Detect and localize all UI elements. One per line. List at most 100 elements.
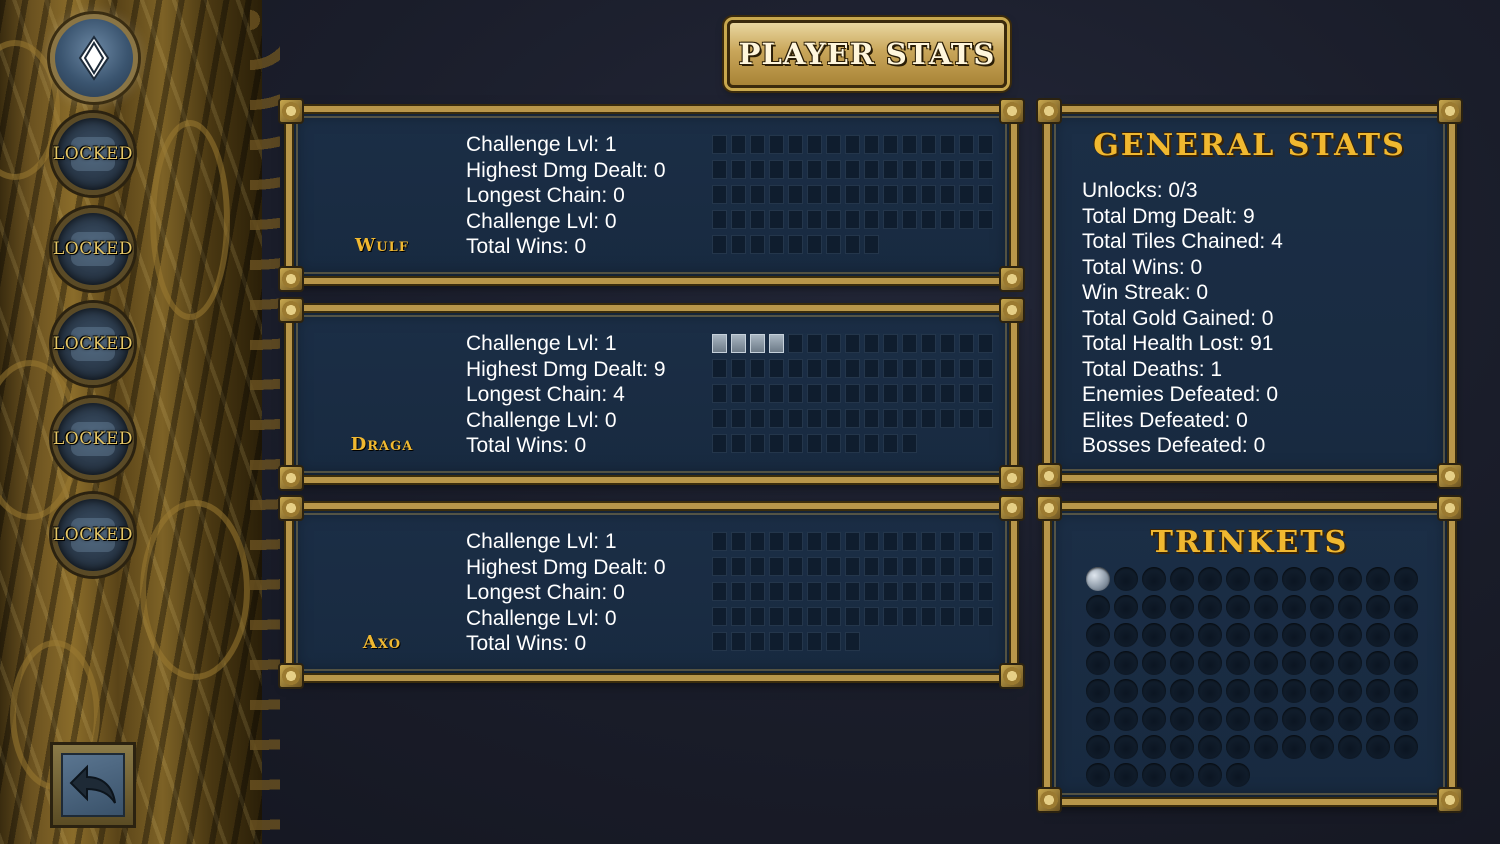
trinket-slot bbox=[1366, 707, 1390, 731]
progress-tile bbox=[959, 334, 974, 353]
trinket-slot bbox=[1254, 735, 1278, 759]
progress-tile bbox=[750, 160, 765, 179]
trinket-slot bbox=[1338, 651, 1362, 675]
character-select-locked-4[interactable]: LOCKED bbox=[52, 398, 134, 480]
progress-tile bbox=[807, 557, 822, 576]
trinket-slot bbox=[1254, 651, 1278, 675]
progress-tile bbox=[921, 359, 936, 378]
trinket-slot bbox=[1282, 623, 1306, 647]
character-stats-panel-draga: Draga Challenge Lvl: 1 Highest Dmg Dealt… bbox=[278, 297, 1025, 491]
trinket-slot bbox=[1142, 735, 1166, 759]
progress-tile bbox=[712, 582, 727, 601]
progress-tile bbox=[807, 632, 822, 651]
progress-tile bbox=[769, 409, 784, 428]
frame-corner bbox=[999, 297, 1025, 323]
trinket-slot bbox=[1142, 763, 1166, 787]
trinket-slot bbox=[1170, 707, 1194, 731]
progress-tile bbox=[883, 210, 898, 229]
progress-tile bbox=[826, 632, 841, 651]
progress-tile bbox=[769, 235, 784, 254]
frame-corner bbox=[1437, 98, 1463, 124]
progress-tile bbox=[731, 632, 746, 651]
trinket-slot bbox=[1086, 595, 1110, 619]
progress-tile bbox=[921, 185, 936, 204]
frame-corner bbox=[278, 465, 304, 491]
trinket-slot bbox=[1366, 567, 1390, 591]
progress-tile bbox=[788, 607, 803, 626]
progress-tile bbox=[845, 210, 860, 229]
locked-label: LOCKED bbox=[53, 334, 133, 354]
trinket-slot bbox=[1282, 679, 1306, 703]
progress-tile bbox=[731, 582, 746, 601]
progress-tile bbox=[731, 607, 746, 626]
progress-tile bbox=[750, 607, 765, 626]
page-title: PLAYER STATS bbox=[738, 37, 996, 71]
progress-tile-grid bbox=[712, 334, 993, 453]
locked-label: LOCKED bbox=[53, 429, 133, 449]
character-select-active[interactable] bbox=[50, 14, 138, 102]
progress-tile bbox=[864, 235, 879, 254]
progress-tile bbox=[864, 582, 879, 601]
progress-tile-grid bbox=[712, 532, 993, 651]
progress-tile bbox=[788, 582, 803, 601]
character-select-locked-3[interactable]: LOCKED bbox=[52, 303, 134, 385]
progress-tile bbox=[769, 632, 784, 651]
locked-label: LOCKED bbox=[53, 525, 133, 545]
trinket-slot bbox=[1170, 651, 1194, 675]
character-select-locked-5[interactable]: LOCKED bbox=[52, 494, 134, 576]
trinket-slot bbox=[1254, 707, 1278, 731]
trinket-slot bbox=[1394, 567, 1418, 591]
trinket-orb-icon[interactable] bbox=[1086, 567, 1110, 591]
progress-tile bbox=[788, 334, 803, 353]
stat-line: Total Wins: 0 bbox=[466, 632, 587, 655]
progress-tile bbox=[978, 409, 993, 428]
trinket-slot bbox=[1170, 567, 1194, 591]
trinket-slot bbox=[1282, 707, 1306, 731]
frame-corner bbox=[999, 266, 1025, 292]
frame-corner bbox=[1036, 463, 1062, 489]
general-stat-line: Bosses Defeated: 0 bbox=[1082, 434, 1266, 457]
diamond-emblem-icon bbox=[78, 35, 110, 81]
progress-tile bbox=[712, 160, 727, 179]
trinket-slot bbox=[1366, 651, 1390, 675]
progress-tile-filled bbox=[712, 334, 727, 353]
trinket-slot bbox=[1338, 707, 1362, 731]
progress-tile bbox=[731, 185, 746, 204]
stat-line: Longest Chain: 4 bbox=[466, 383, 625, 406]
progress-tile bbox=[940, 210, 955, 229]
character-stats-panel-axo: Axo Challenge Lvl: 1 Highest Dmg Dealt: … bbox=[278, 495, 1025, 689]
progress-tile bbox=[750, 185, 765, 204]
progress-tile bbox=[883, 434, 898, 453]
progress-tile bbox=[750, 557, 765, 576]
progress-tile bbox=[731, 532, 746, 551]
trinket-slot bbox=[1170, 735, 1194, 759]
progress-tile bbox=[978, 384, 993, 403]
back-button[interactable] bbox=[50, 742, 136, 828]
progress-tile bbox=[788, 409, 803, 428]
progress-tile bbox=[864, 334, 879, 353]
frame-corner bbox=[1437, 463, 1463, 489]
character-sidebar: LOCKED LOCKED LOCKED LOCKED LOCKED bbox=[0, 0, 280, 844]
trinket-slot bbox=[1254, 595, 1278, 619]
progress-tile bbox=[978, 582, 993, 601]
trinket-slot bbox=[1114, 651, 1138, 675]
vine-decoration bbox=[140, 500, 250, 680]
progress-tile bbox=[769, 607, 784, 626]
progress-tile bbox=[826, 235, 841, 254]
trinket-slot bbox=[1338, 623, 1362, 647]
progress-tile bbox=[826, 210, 841, 229]
progress-tile bbox=[978, 160, 993, 179]
progress-tile bbox=[731, 210, 746, 229]
progress-tile bbox=[883, 582, 898, 601]
trinket-slot bbox=[1086, 623, 1110, 647]
trinket-slot bbox=[1310, 679, 1334, 703]
trinket-slot bbox=[1226, 735, 1250, 759]
stat-line: Total Wins: 0 bbox=[466, 434, 587, 457]
character-select-locked-1[interactable]: LOCKED bbox=[52, 113, 134, 195]
progress-tile bbox=[864, 532, 879, 551]
progress-tile bbox=[940, 359, 955, 378]
trinket-slot-grid bbox=[1086, 567, 1418, 787]
progress-tile bbox=[807, 135, 822, 154]
character-select-locked-2[interactable]: LOCKED bbox=[52, 208, 134, 290]
trinket-slot bbox=[1226, 679, 1250, 703]
